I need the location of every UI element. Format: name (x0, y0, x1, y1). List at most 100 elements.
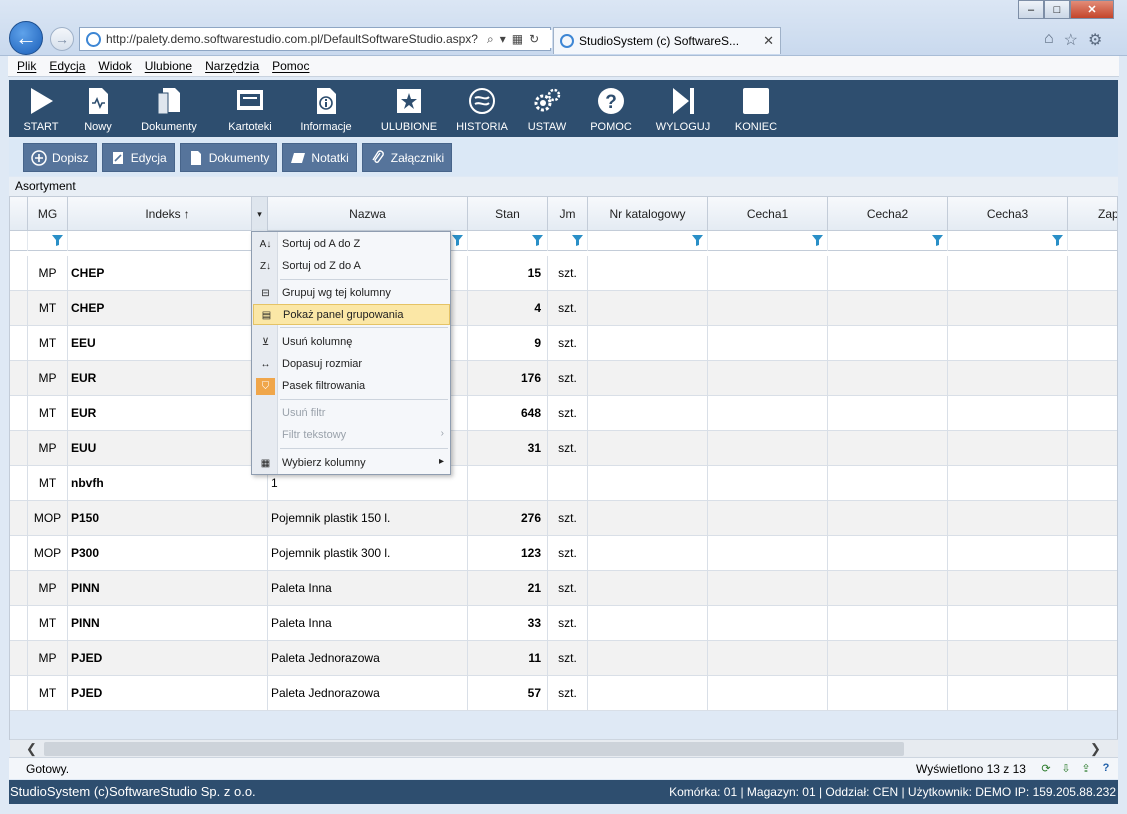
toolbar-nowy[interactable]: Nowy (73, 80, 123, 137)
refresh-icon[interactable]: ⟳ (1039, 761, 1053, 775)
col-header-cecha1[interactable]: Cecha1 (708, 197, 828, 231)
table-row[interactable]: MP EUU 31 szt. (10, 431, 1117, 466)
toolbar-kartoteki[interactable]: Kartoteki (215, 80, 285, 137)
notatki-button[interactable]: Notatki (282, 143, 357, 172)
table-row[interactable]: MP PINN Paleta Inna 21 szt. (10, 571, 1117, 606)
toolbar-ustaw[interactable]: USTAW (513, 80, 581, 137)
row-selector[interactable] (10, 571, 28, 605)
toolbar-wyloguj[interactable]: WYLOGUJ (641, 80, 725, 137)
table-row[interactable]: MOP P300 Pojemnik plastik 300 l. 123 szt. (10, 536, 1117, 571)
col-header-nazwa[interactable]: Nazwa (268, 197, 468, 231)
close-window-button[interactable]: ✕ (1070, 0, 1114, 19)
dropdown-icon[interactable]: ▾ (500, 32, 506, 46)
menu-item-best-fit[interactable]: ↔ Dopasuj rozmiar (253, 354, 450, 375)
scroll-left-icon[interactable]: ❮ (26, 741, 37, 757)
filter-cell-cecha3[interactable] (948, 231, 1068, 251)
table-row[interactable]: MT PJED Paleta Jednorazowa 57 szt. (10, 676, 1117, 711)
filter-cell-indeks[interactable] (68, 231, 268, 251)
compat-icon[interactable]: ▦ (512, 32, 523, 46)
row-selector[interactable] (10, 361, 28, 395)
filter-icon[interactable] (692, 235, 703, 246)
toolbar-ulubione[interactable]: ULUBIONE (367, 80, 451, 137)
menu-item-choose-columns[interactable]: ▦ Wybierz kolumny ▸ (253, 453, 450, 474)
forward-button[interactable]: → (50, 27, 74, 51)
filter-icon[interactable] (452, 235, 463, 246)
filter-cell-cecha2[interactable] (828, 231, 948, 251)
table-row[interactable]: MT EUR 648 szt. (10, 396, 1117, 431)
table-row[interactable]: MT EEU 9 szt. (10, 326, 1117, 361)
menu-widok[interactable]: Widok (98, 59, 131, 73)
filter-cell-zapas[interactable] (1068, 231, 1117, 251)
zalaczniki-button[interactable]: Załączniki (361, 143, 453, 172)
row-selector[interactable] (10, 466, 28, 500)
filter-icon[interactable] (52, 235, 63, 246)
search-icon[interactable]: ⌕ (487, 32, 494, 47)
filter-icon[interactable] (812, 235, 823, 246)
menu-narzedzia[interactable]: Narzędzia (205, 59, 259, 73)
menu-item-show-group-panel[interactable]: ▤ Pokaż panel grupowania (253, 304, 450, 325)
col-header-stan[interactable]: Stan (468, 197, 548, 231)
row-selector[interactable] (10, 326, 28, 360)
filter-icon[interactable] (572, 235, 583, 246)
filter-icon[interactable] (1052, 235, 1063, 246)
row-selector[interactable] (10, 291, 28, 325)
menu-item-group-by[interactable]: ⊟ Grupuj wg tej kolumny (253, 283, 450, 304)
table-row[interactable]: MP EUR 176 szt. (10, 361, 1117, 396)
menu-ulubione[interactable]: Ulubione (145, 59, 192, 73)
menu-pomoc[interactable]: Pomoc (272, 59, 309, 73)
dokumenty-button[interactable]: Dokumenty (179, 143, 278, 172)
edycja-button[interactable]: Edycja (101, 143, 175, 172)
import-icon[interactable]: ⇪ (1079, 761, 1093, 775)
toolbar-pomoc[interactable]: ? POMOC (581, 80, 641, 137)
table-row[interactable]: MT nbvfh 1 (10, 466, 1117, 501)
table-row[interactable]: MT PINN Paleta Inna 33 szt. (10, 606, 1117, 641)
browser-tab[interactable]: StudioSystem (c) SoftwareS... ✕ (553, 27, 781, 54)
column-menu-button[interactable]: ▾ (251, 197, 267, 231)
menu-edycja[interactable]: Edycja (49, 59, 85, 73)
filter-cell-stan[interactable] (468, 231, 548, 251)
col-header-cecha2[interactable]: Cecha2 (828, 197, 948, 231)
close-tab-icon[interactable]: ✕ (763, 33, 774, 49)
gear-icon[interactable]: ⚙ (1088, 30, 1102, 49)
row-selector[interactable] (10, 396, 28, 430)
col-header-indeks[interactable]: Indeks ↑ ▾ (68, 197, 268, 231)
menu-plik[interactable]: Plik (17, 59, 36, 73)
toolbar-koniec[interactable]: KONIEC (725, 80, 787, 137)
toolbar-informacje[interactable]: Informacje (285, 80, 367, 137)
row-selector[interactable] (10, 501, 28, 535)
toolbar-historia[interactable]: HISTORIA (451, 80, 513, 137)
menu-item-remove-column[interactable]: ⊻ Usuń kolumnę (253, 332, 450, 353)
menu-item-sort-desc[interactable]: Z↓ Sortuj od Z do A (253, 256, 450, 277)
maximize-button[interactable]: □ (1044, 0, 1070, 19)
col-header-jm[interactable]: Jm (548, 197, 588, 231)
row-selector[interactable] (10, 431, 28, 465)
col-header-mg[interactable]: MG (28, 197, 68, 231)
col-header-cecha3[interactable]: Cecha3 (948, 197, 1068, 231)
row-selector[interactable] (10, 606, 28, 640)
table-row[interactable]: MOP P150 Pojemnik plastik 150 l. 276 szt. (10, 501, 1117, 536)
minimize-button[interactable]: – (1018, 0, 1044, 19)
table-row[interactable]: MP CHEP 15 szt. (10, 256, 1117, 291)
back-button[interactable]: ← (9, 21, 43, 55)
filter-cell-nr-katalogowy[interactable] (588, 231, 708, 251)
filter-icon[interactable] (932, 235, 943, 246)
col-header-zapas[interactable]: Zapas (1068, 197, 1117, 231)
home-icon[interactable]: ⌂ (1044, 30, 1054, 48)
table-row[interactable]: MT CHEP 4 szt. (10, 291, 1117, 326)
menu-item-filter-bar[interactable]: ⛉ Pasek filtrowania (253, 376, 450, 397)
table-row[interactable]: MP PJED Paleta Jednorazowa 11 szt. (10, 641, 1117, 676)
row-selector[interactable] (10, 641, 28, 675)
address-bar[interactable]: http://palety.demo.softwarestudio.com.pl… (79, 27, 551, 51)
dopisz-button[interactable]: Dopisz (23, 143, 97, 172)
col-header-nr-katalogowy[interactable]: Nr katalogowy (588, 197, 708, 231)
row-selector[interactable] (10, 256, 28, 290)
star-icon[interactable]: ☆ (1064, 30, 1078, 49)
scrollbar-thumb[interactable] (44, 742, 904, 756)
horizontal-scrollbar[interactable]: ❮ ❯ (10, 739, 1118, 757)
scroll-right-icon[interactable]: ❯ (1090, 741, 1101, 757)
filter-cell-mg[interactable] (28, 231, 68, 251)
refresh-icon[interactable]: ↻ (529, 32, 539, 46)
export-icon[interactable]: ⇩ (1059, 761, 1073, 775)
toolbar-start[interactable]: START (9, 80, 73, 137)
menu-item-sort-asc[interactable]: A↓ Sortuj od A do Z (253, 234, 450, 255)
